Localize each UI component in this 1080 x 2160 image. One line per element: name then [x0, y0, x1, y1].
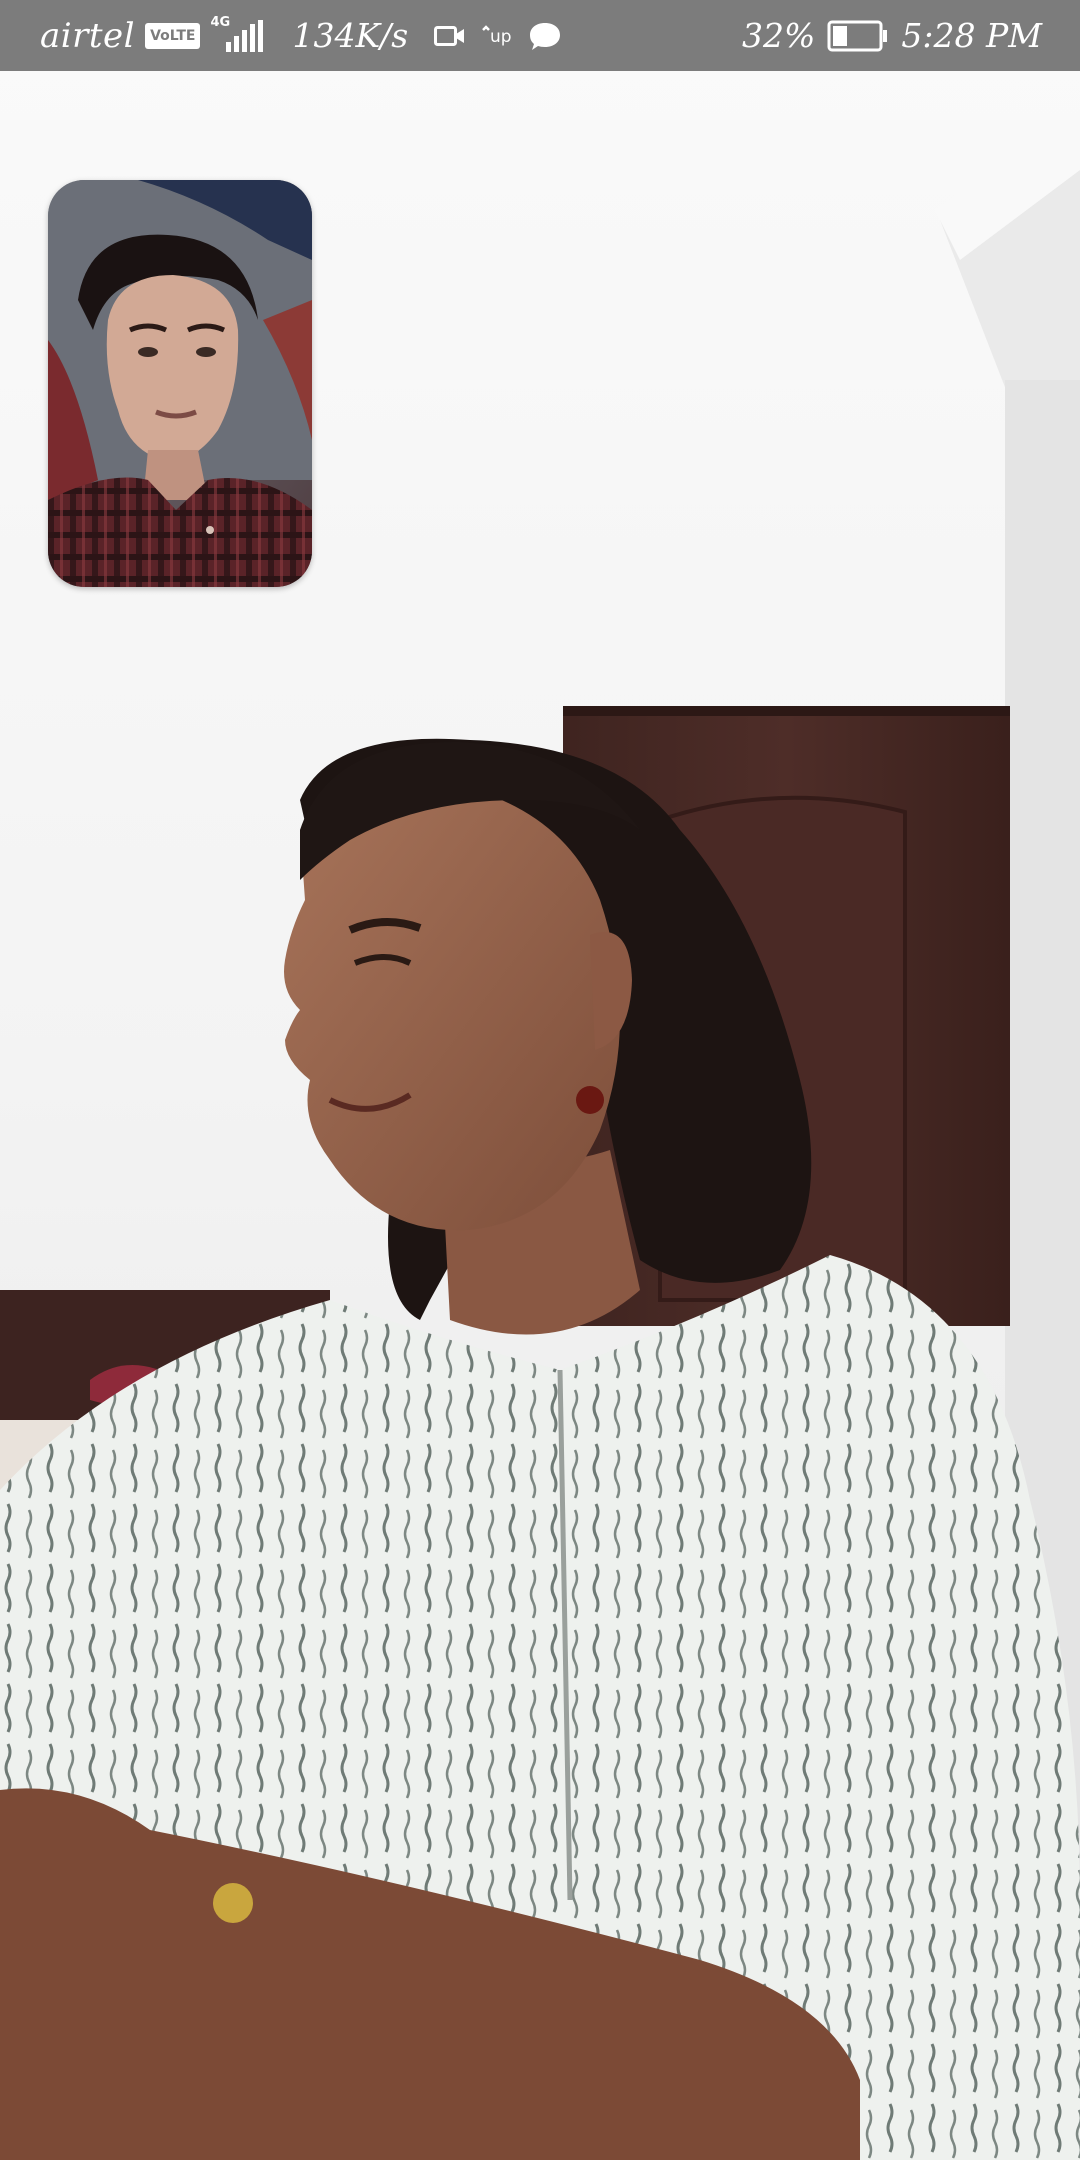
network-speed: 134K/s	[292, 16, 409, 55]
status-bar-left: airtel VoLTE 4G 134K/s up	[40, 0, 562, 71]
volte-badge: VoLTE	[145, 22, 201, 49]
signal-icon: 4G	[210, 15, 266, 56]
carrier-name: airtel	[40, 15, 136, 56]
video-call-screen: airtel VoLTE 4G 134K/s up 32% 5:28 PM	[0, 0, 1080, 2160]
battery-icon	[827, 20, 889, 52]
up-icon: up	[480, 23, 516, 49]
svg-text:up: up	[490, 27, 512, 47]
clock: 5:28 PM	[901, 16, 1042, 55]
battery-percent: 32%	[742, 16, 816, 55]
self-preview-image	[48, 180, 312, 587]
status-bar: airtel VoLTE 4G 134K/s up 32% 5:28 PM	[0, 0, 1080, 71]
self-preview-feed[interactable]	[48, 180, 312, 587]
status-bar-right: 32% 5:28 PM	[742, 0, 1042, 71]
signal-bars	[226, 19, 264, 52]
chat-bubble-icon	[528, 20, 562, 52]
video-camera-icon	[434, 24, 466, 48]
